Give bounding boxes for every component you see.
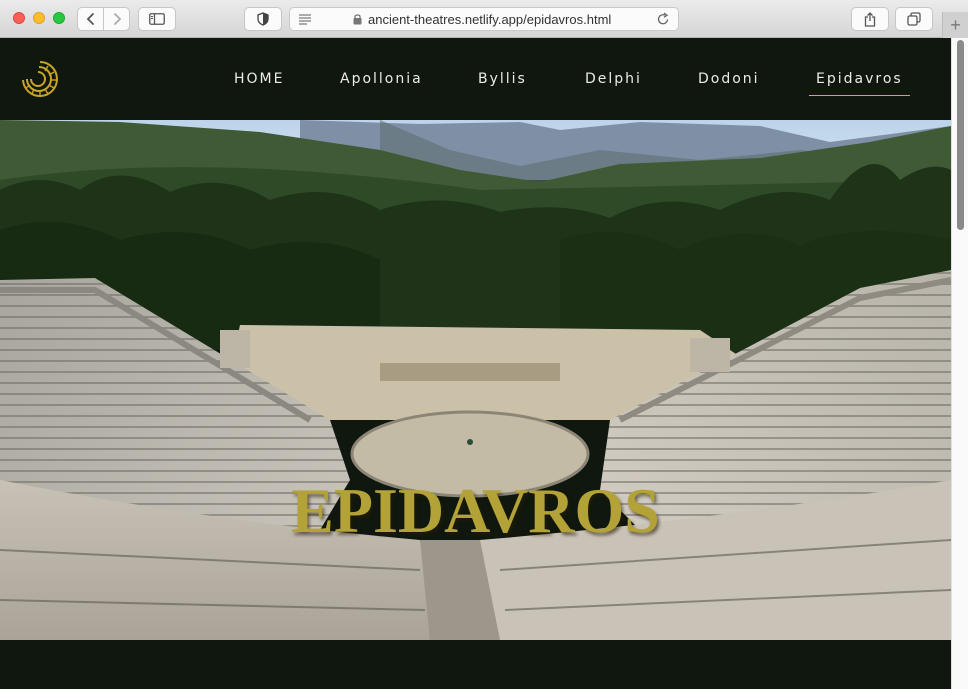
sun-arc-logo[interactable]: [18, 58, 60, 100]
share-icon: [864, 11, 876, 27]
nav-link-dodoni[interactable]: Dodoni: [698, 71, 760, 87]
tab-overview-button[interactable]: [895, 7, 933, 31]
nav-link-delphi[interactable]: Delphi: [585, 71, 642, 87]
maximize-window-button[interactable]: [53, 12, 65, 24]
chevron-right-icon: [113, 13, 122, 25]
nav-link-apollonia[interactable]: Apollonia: [340, 71, 423, 87]
site-navbar: HOME Apollonia Byllis Delphi Dodoni Epid…: [0, 38, 951, 120]
browser-toolbar: ancient-theatres.netlify.app/epidavros.h…: [0, 0, 968, 38]
plus-icon: +: [950, 14, 961, 35]
reload-icon[interactable]: [657, 12, 670, 26]
sidebar-icon: [149, 13, 165, 25]
back-button[interactable]: [78, 8, 103, 30]
hero-section: EPIDAVROS: [0, 120, 951, 640]
sidebar-toggle-button[interactable]: [138, 7, 176, 31]
close-window-button[interactable]: [13, 12, 25, 24]
url-text: ancient-theatres.netlify.app/epidavros.h…: [368, 12, 612, 27]
privacy-report-button[interactable]: [244, 7, 282, 31]
nav-link-home[interactable]: HOME: [234, 71, 284, 87]
web-page: HOME Apollonia Byllis Delphi Dodoni Epid…: [0, 38, 951, 689]
nav-link-byllis[interactable]: Byllis: [478, 71, 527, 87]
page-scrollbar[interactable]: [951, 38, 968, 689]
chevron-left-icon: [86, 13, 94, 25]
shield-icon: [257, 12, 269, 26]
history-nav-group: [77, 7, 130, 31]
share-button[interactable]: [851, 7, 889, 31]
new-tab-button[interactable]: +: [942, 12, 968, 38]
lock-icon: [353, 14, 362, 25]
hero-title: EPIDAVROS: [291, 475, 660, 546]
minimize-window-button[interactable]: [33, 12, 45, 24]
browser-window: ancient-theatres.netlify.app/epidavros.h…: [0, 0, 968, 689]
address-bar[interactable]: ancient-theatres.netlify.app/epidavros.h…: [289, 7, 679, 31]
nav-link-epidavros[interactable]: Epidavros: [809, 71, 910, 96]
forward-button[interactable]: [103, 8, 129, 30]
scrollbar-thumb[interactable]: [957, 40, 964, 230]
page-footer-band: [0, 640, 951, 689]
theatre-photo: [0, 120, 951, 640]
reader-icon[interactable]: [298, 13, 312, 25]
tabs-icon: [907, 12, 921, 26]
